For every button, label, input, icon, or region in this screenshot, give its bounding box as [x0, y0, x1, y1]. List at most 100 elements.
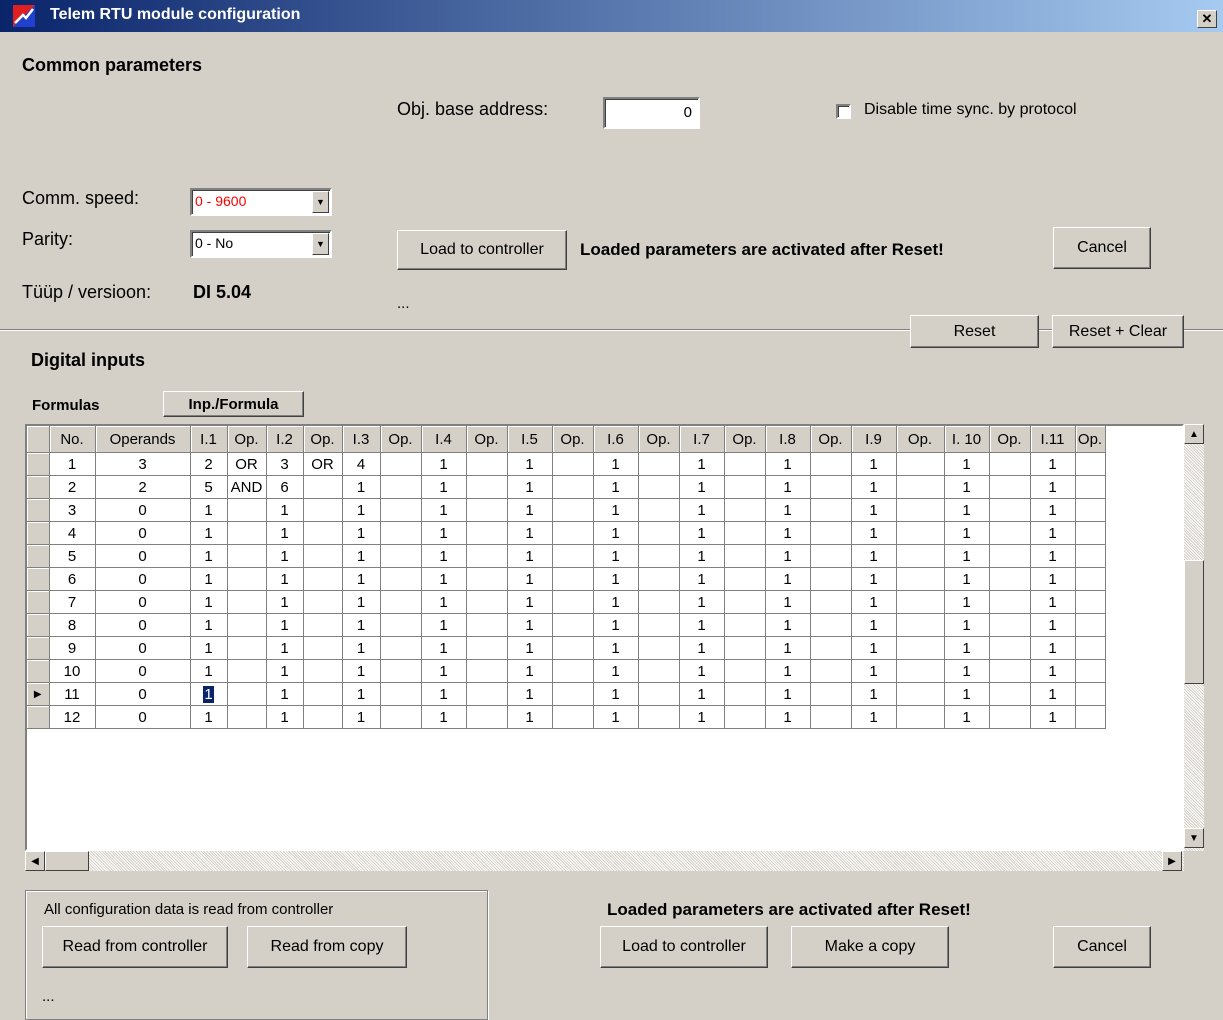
table-row[interactable]: 3011111111111 [27, 498, 1106, 522]
grid-cell[interactable]: 1 [944, 475, 990, 499]
column-header[interactable]: I.3 [342, 426, 381, 453]
column-header[interactable]: I.8 [765, 426, 811, 453]
vertical-scroll-thumb[interactable] [1184, 560, 1204, 684]
grid-cell[interactable] [380, 452, 422, 476]
grid-cell[interactable] [303, 613, 343, 637]
column-header[interactable]: Op. [1075, 426, 1106, 453]
grid-cell[interactable]: 1 [765, 475, 811, 499]
grid-cell[interactable]: 5 [190, 475, 228, 499]
grid-cell[interactable] [1075, 613, 1106, 637]
grid-cell[interactable]: 4 [49, 521, 96, 545]
grid-cell[interactable]: 1 [593, 498, 639, 522]
grid-cell[interactable]: 1 [765, 613, 811, 637]
grid-cell[interactable]: 1 [851, 567, 897, 591]
grid-cell[interactable] [1075, 498, 1106, 522]
table-row[interactable]: 1 3 2 OR 3 OR 4 1 1 1 1 1 1 1 1 [27, 452, 1106, 476]
grid-cell[interactable]: 1 [593, 682, 639, 706]
grid-cell[interactable] [380, 613, 422, 637]
column-header[interactable]: Op. [303, 426, 343, 453]
grid-cell[interactable] [989, 567, 1031, 591]
grid-cell[interactable]: OR [227, 452, 267, 476]
grid-cell[interactable] [896, 452, 945, 476]
column-header[interactable]: Op. [552, 426, 594, 453]
grid-cell[interactable]: 1 [1030, 521, 1076, 545]
grid-cell[interactable] [810, 567, 852, 591]
column-header[interactable]: No. [49, 426, 96, 453]
column-header[interactable]: Op. [989, 426, 1031, 453]
column-header[interactable]: I.7 [679, 426, 725, 453]
grid-cell[interactable] [989, 544, 1031, 568]
read-from-copy-button[interactable]: Read from copy [247, 926, 407, 968]
scroll-down-arrow-icon[interactable]: ▼ [1184, 828, 1204, 848]
grid-cell[interactable] [380, 590, 422, 614]
grid-cell[interactable]: 6 [266, 475, 304, 499]
grid-cell[interactable]: 1 [944, 659, 990, 683]
grid-cell[interactable] [1075, 636, 1106, 660]
grid-cell[interactable]: 0 [95, 544, 191, 568]
grid-cell[interactable]: 1 [944, 613, 990, 637]
grid-cell[interactable]: 1 [851, 521, 897, 545]
table-row[interactable]: ▶ 11 0 1 1 1 1 1 1 1 1 1 1 1 [27, 682, 1106, 706]
grid-cell[interactable]: 1 [507, 682, 553, 706]
horizontal-scrollbar[interactable]: ◀ ▶ [25, 851, 1184, 871]
grid-cell[interactable] [810, 521, 852, 545]
grid-cell[interactable] [989, 682, 1031, 706]
grid-cell[interactable] [380, 636, 422, 660]
grid-cell[interactable] [303, 521, 343, 545]
scroll-right-arrow-icon[interactable]: ▶ [1162, 851, 1182, 871]
grid-cell[interactable]: 1 [190, 567, 228, 591]
grid-cell[interactable] [227, 682, 267, 706]
grid-cell[interactable]: 1 [593, 705, 639, 729]
grid-cell[interactable]: 8 [49, 613, 96, 637]
grid-cell[interactable] [989, 613, 1031, 637]
grid-cell[interactable]: 1 [190, 705, 228, 729]
grid-cell[interactable] [724, 636, 766, 660]
grid-cell[interactable]: 0 [95, 659, 191, 683]
grid-cell[interactable] [227, 498, 267, 522]
grid-cell[interactable]: 1 [342, 567, 381, 591]
grid-cell[interactable] [810, 705, 852, 729]
grid-cell[interactable]: 1 [266, 705, 304, 729]
grid-cell[interactable] [724, 659, 766, 683]
grid-cell[interactable]: 1 [1030, 682, 1076, 706]
grid-cell[interactable] [466, 682, 508, 706]
grid-cell[interactable] [380, 682, 422, 706]
table-row[interactable]: 7011111111111 [27, 590, 1106, 614]
grid-cell[interactable] [896, 705, 945, 729]
grid-cell[interactable] [724, 475, 766, 499]
row-indicator[interactable] [27, 636, 50, 660]
grid-cell[interactable] [552, 498, 594, 522]
grid-cell[interactable] [724, 521, 766, 545]
grid-cell[interactable]: 1 [266, 636, 304, 660]
grid-cell[interactable] [896, 636, 945, 660]
grid-cell[interactable]: 1 [507, 544, 553, 568]
grid-cell[interactable] [1075, 590, 1106, 614]
grid-cell[interactable]: 1 [266, 544, 304, 568]
grid-cell[interactable] [466, 590, 508, 614]
grid-cell[interactable] [552, 590, 594, 614]
grid-cell[interactable]: 1 [1030, 567, 1076, 591]
grid-cell[interactable]: 1 [421, 452, 467, 476]
grid-cell[interactable]: 1 [421, 659, 467, 683]
cancel-button[interactable]: Cancel [1053, 227, 1151, 269]
grid-cell[interactable] [552, 452, 594, 476]
grid-cell[interactable]: 1 [944, 567, 990, 591]
grid-cell[interactable] [466, 452, 508, 476]
horizontal-scroll-thumb[interactable] [45, 851, 89, 871]
grid-cell[interactable] [638, 521, 680, 545]
grid-cell[interactable] [724, 682, 766, 706]
grid-cell[interactable]: 1 [507, 659, 553, 683]
grid-cell[interactable] [896, 613, 945, 637]
table-row[interactable]: 6011111111111 [27, 567, 1106, 591]
reset-button[interactable]: Reset [910, 315, 1039, 348]
grid-cell[interactable] [896, 475, 945, 499]
grid-cell[interactable] [227, 705, 267, 729]
grid-cell[interactable] [638, 636, 680, 660]
scroll-left-arrow-icon[interactable]: ◀ [25, 851, 45, 871]
grid-cell[interactable]: 6 [49, 567, 96, 591]
scroll-up-arrow-icon[interactable]: ▲ [1184, 424, 1204, 444]
grid-cell[interactable]: 1 [421, 636, 467, 660]
grid-cell[interactable]: 1 [190, 498, 228, 522]
grid-cell[interactable]: 1 [679, 498, 725, 522]
grid-cell[interactable] [466, 659, 508, 683]
